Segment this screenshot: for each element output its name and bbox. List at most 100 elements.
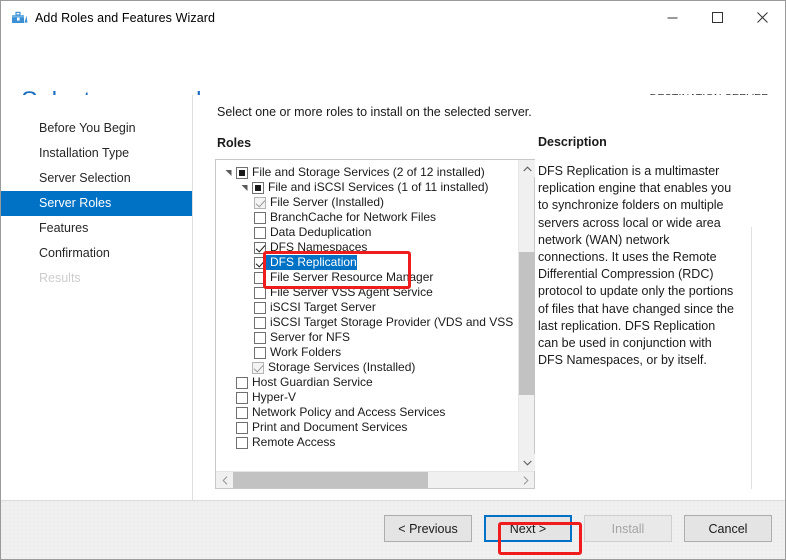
description-title: Description: [538, 135, 758, 149]
scroll-right-icon[interactable]: [517, 472, 534, 488]
install-button: Install: [584, 515, 672, 542]
role-checkbox[interactable]: [236, 437, 248, 449]
roles-tree-viewport: File and Storage Services (2 of 12 insta…: [216, 160, 514, 471]
page-header: Select server roles DESTINATION SERVER D…: [1, 35, 785, 95]
window-controls: [650, 1, 785, 34]
tree-row[interactable]: Data Deduplication: [216, 225, 514, 240]
role-checkbox: [254, 197, 266, 209]
roles-tree[interactable]: File and Storage Services (2 of 12 insta…: [216, 160, 514, 450]
role-label: File Server Resource Manager: [266, 270, 433, 285]
role-checkbox[interactable]: [254, 242, 266, 254]
tree-row[interactable]: DFS Namespaces: [216, 240, 514, 255]
tree-row[interactable]: Remote Access: [216, 435, 514, 450]
tree-row[interactable]: iSCSI Target Server: [216, 300, 514, 315]
tree-row[interactable]: Work Folders: [216, 345, 514, 360]
roles-tree-box: File and Storage Services (2 of 12 insta…: [215, 159, 535, 489]
tree-row[interactable]: File and Storage Services (2 of 12 insta…: [216, 165, 514, 180]
role-checkbox[interactable]: [254, 332, 266, 344]
role-label: Host Guardian Service: [248, 375, 373, 390]
wizard-steps-sidebar: Before You BeginInstallation TypeServer …: [1, 95, 193, 500]
role-label: BranchCache for Network Files: [266, 210, 436, 225]
role-checkbox[interactable]: [254, 257, 266, 269]
role-label: iSCSI Target Storage Provider (VDS and V…: [266, 315, 513, 330]
instruction-text: Select one or more roles to install on t…: [217, 105, 785, 119]
tree-row[interactable]: Print and Document Services: [216, 420, 514, 435]
role-label: Work Folders: [266, 345, 341, 360]
next-button[interactable]: Next >: [484, 515, 572, 542]
role-label: File and Storage Services (2 of 12 insta…: [248, 165, 485, 180]
add-roles-wizard-window: Add Roles and Features Wizard Select ser…: [0, 0, 786, 560]
tree-row[interactable]: Host Guardian Service: [216, 375, 514, 390]
close-icon[interactable]: [740, 1, 785, 34]
role-label: Remote Access: [248, 435, 335, 450]
vertical-scroll-thumb[interactable]: [519, 252, 535, 395]
maximize-icon[interactable]: [695, 1, 740, 34]
role-label: Network Policy and Access Services: [248, 405, 445, 420]
role-checkbox[interactable]: [254, 227, 266, 239]
role-checkbox[interactable]: [236, 422, 248, 434]
role-label: File Server (Installed): [266, 195, 384, 210]
roles-section-label: Roles: [217, 136, 251, 150]
role-label: Storage Services (Installed): [264, 360, 415, 375]
tree-row[interactable]: Network Policy and Access Services: [216, 405, 514, 420]
role-label: Print and Document Services: [248, 420, 407, 435]
main-content: Select one or more roles to install on t…: [193, 95, 785, 500]
role-label: DFS Namespaces: [266, 240, 367, 255]
role-checkbox[interactable]: [254, 347, 266, 359]
title-bar: Add Roles and Features Wizard: [1, 1, 785, 35]
sidebar-item-features[interactable]: Features: [1, 216, 192, 241]
sidebar-item-before-you-begin[interactable]: Before You Begin: [1, 116, 192, 141]
footer-button-row: < Previous Next > Install Cancel: [384, 515, 772, 542]
tree-row[interactable]: Storage Services (Installed): [216, 360, 514, 375]
role-label: File Server VSS Agent Service: [266, 285, 433, 300]
sidebar-item-server-selection[interactable]: Server Selection: [1, 166, 192, 191]
role-checkbox[interactable]: [254, 302, 266, 314]
role-checkbox[interactable]: [236, 167, 248, 179]
tree-row[interactable]: DFS Replication: [216, 255, 514, 270]
role-checkbox[interactable]: [254, 272, 266, 284]
tree-expander-icon[interactable]: [238, 184, 252, 192]
scroll-up-icon[interactable]: [519, 160, 535, 177]
tree-row[interactable]: File Server VSS Agent Service: [216, 285, 514, 300]
minimize-icon[interactable]: [650, 1, 695, 34]
sidebar-item-installation-type[interactable]: Installation Type: [1, 141, 192, 166]
role-checkbox[interactable]: [254, 212, 266, 224]
scroll-down-icon[interactable]: [519, 454, 535, 471]
role-checkbox[interactable]: [236, 377, 248, 389]
tree-expander-icon[interactable]: [222, 169, 236, 177]
description-panel: Description DFS Replication is a multima…: [538, 135, 758, 369]
tree-row[interactable]: Hyper-V: [216, 390, 514, 405]
tree-row[interactable]: File Server Resource Manager: [216, 270, 514, 285]
tree-row[interactable]: iSCSI Target Storage Provider (VDS and V…: [216, 315, 514, 330]
role-checkbox[interactable]: [236, 407, 248, 419]
role-checkbox[interactable]: [254, 287, 266, 299]
role-checkbox[interactable]: [252, 182, 264, 194]
sidebar-item-confirmation[interactable]: Confirmation: [1, 241, 192, 266]
horizontal-scroll-thumb[interactable]: [233, 472, 428, 488]
scroll-left-icon[interactable]: [216, 472, 233, 488]
description-text: DFS Replication is a multimaster replica…: [538, 163, 734, 369]
tree-row[interactable]: Server for NFS: [216, 330, 514, 345]
role-label: Hyper-V: [248, 390, 296, 405]
previous-button[interactable]: < Previous: [384, 515, 472, 542]
role-checkbox: [252, 362, 264, 374]
wizard-body: Before You BeginInstallation TypeServer …: [1, 95, 785, 500]
sidebar-item-server-roles[interactable]: Server Roles: [1, 191, 192, 216]
description-divider: [751, 227, 752, 489]
roles-vertical-scrollbar[interactable]: [518, 160, 534, 471]
role-label: DFS Replication: [266, 255, 357, 270]
role-checkbox[interactable]: [254, 317, 266, 329]
role-checkbox[interactable]: [236, 392, 248, 404]
tree-row[interactable]: BranchCache for Network Files: [216, 210, 514, 225]
tree-row[interactable]: File and iSCSI Services (1 of 11 install…: [216, 180, 514, 195]
wizard-footer: < Previous Next > Install Cancel: [1, 500, 785, 559]
tree-row[interactable]: File Server (Installed): [216, 195, 514, 210]
role-label: File and iSCSI Services (1 of 11 install…: [264, 180, 489, 195]
cancel-button[interactable]: Cancel: [684, 515, 772, 542]
sidebar-item-results: Results: [1, 266, 192, 291]
role-label: Data Deduplication: [266, 225, 371, 240]
role-label: Server for NFS: [266, 330, 350, 345]
roles-horizontal-scrollbar[interactable]: [216, 471, 534, 488]
wizard-toolbox-icon: [10, 9, 28, 27]
window-title: Add Roles and Features Wizard: [35, 11, 215, 25]
